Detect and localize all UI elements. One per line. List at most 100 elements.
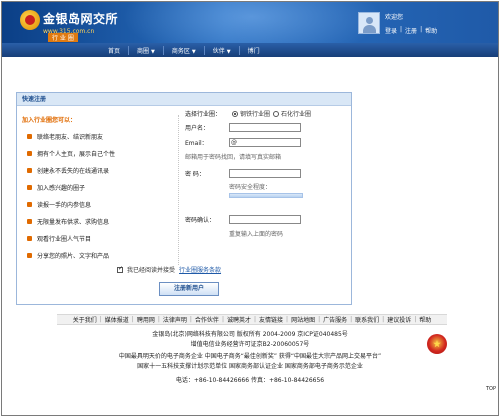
confirm-password-field[interactable] [229, 215, 301, 224]
footer-link[interactable]: 网站地图 [288, 315, 318, 324]
main-nav: 首页 商圈 ▼ 商务区 ▼ 伙伴 ▼ 博门 [2, 43, 498, 57]
benefit-text: 创建永不丢失的在线通讯录 [37, 168, 110, 175]
footer-awards: 中国最具明天价的电子商务企业 中国电子商务“最佳创新奖” 获得“中国最佳大宗产品… [118, 353, 382, 360]
industry-label: 选择行业圈： [185, 111, 222, 118]
confirm-hint: 重复输入上面的密码 [229, 231, 284, 238]
nav-item-home[interactable]: 首页 [100, 45, 130, 55]
chevron-down-icon: ▼ [226, 48, 231, 55]
footer-link[interactable]: 聘用网 [134, 315, 158, 324]
footer-link[interactable]: 法律声明 [160, 315, 190, 324]
benefit-text: 分享您的照片、文字和产品 [37, 253, 110, 260]
username-field[interactable] [229, 123, 301, 132]
nav-item-partners[interactable]: 伙伴 ▼ [205, 45, 240, 55]
agree-row: 我已经阅读并接受 行业圈服务条款 [117, 265, 221, 274]
benefit-text: 加入感兴趣的圈子 [37, 185, 86, 192]
password-strength-label: 密码安全程度： [229, 184, 272, 191]
footer-link[interactable]: 媒体报道 [102, 315, 132, 324]
footer-link[interactable]: 诚聘英才 [224, 315, 254, 324]
radio-steel-label: 钢铁行业圈 [240, 111, 271, 118]
back-to-top-link[interactable]: TOP [486, 386, 496, 392]
terms-link[interactable]: 行业圈服务条款 [179, 265, 221, 274]
chevron-down-icon: ▼ [151, 48, 155, 55]
nav-item-business-zone[interactable]: 商务区 ▼ [164, 45, 205, 55]
benefits-title: 加入行业圈您可以： [22, 117, 77, 124]
footer-license: 增值电信业务经营许可证京B2-20060057号 [190, 341, 310, 348]
bullet-icon [27, 253, 32, 258]
benefits-list: 加入行业圈您可以： 联络老朋友、结识新朋友 拥有个人主页，展示自己个性 创建永不… [21, 115, 179, 265]
logo-subtitle: 行 业 圈 [48, 33, 78, 42]
agree-text: 我已经阅读并接受 [127, 267, 176, 274]
register-link[interactable]: 注册 [405, 26, 417, 35]
password-strength-bar [229, 193, 303, 198]
footer-certifications: 国家十一五科技支撑计划示范单位 国家商务部认证企业 国家商务部电子商务示范企业 [137, 363, 363, 370]
footer-link[interactable]: 联系我们 [352, 315, 382, 324]
strength-row: 密码安全程度： [229, 182, 271, 191]
footer-link[interactable]: 广告服务 [320, 315, 350, 324]
nav-item-bomen[interactable]: 博门 [240, 46, 268, 55]
list-item: 无限量发布供求、求购信息 [27, 217, 109, 226]
footer-link[interactable]: 建议投诉 [384, 315, 414, 324]
confirm-row: 密码确认： [185, 215, 301, 224]
radio-steel[interactable] [232, 110, 238, 117]
username-label: 用户名： [185, 125, 210, 132]
bullet-icon [27, 236, 32, 241]
confirm-hint-row: 重复输入上面的密码 [229, 229, 283, 238]
link-separator: | [400, 26, 403, 33]
nav-item-label: 首页 [108, 47, 121, 55]
logo-mark-icon [20, 10, 40, 30]
user-box: 欢迎您 登录 | 注册 | 帮助 [358, 12, 437, 35]
radio-petro[interactable] [273, 110, 280, 117]
email-hint-row: 邮箱用于密码找回，请填写真实邮箱 [185, 152, 281, 161]
welcome-text: 欢迎您 [385, 14, 404, 21]
chevron-down-icon: ▼ [191, 48, 196, 55]
list-item: 创建永不丢失的在线通讯录 [27, 166, 109, 175]
bullet-icon [27, 168, 32, 173]
bullet-icon [27, 185, 32, 190]
nav-item-label: 博门 [247, 47, 260, 55]
help-link[interactable]: 帮助 [425, 26, 437, 35]
username-row: 用户名： [185, 123, 301, 132]
password-row: 密 码： [185, 169, 301, 178]
bullet-icon [27, 151, 32, 156]
logo-name: 金银岛网交所 [43, 12, 119, 26]
quick-register-panel: 快速注册 加入行业圈您可以： 联络老朋友、结识新朋友 拥有个人主页，展示自己个性… [16, 92, 352, 305]
list-item: 读报一手的内参信息 [27, 200, 91, 209]
nav-item-shangquan[interactable]: 商圈 ▼ [129, 45, 164, 55]
bullet-icon [27, 202, 32, 207]
agree-checkbox[interactable] [117, 265, 123, 273]
email-label: Email： [185, 140, 208, 147]
benefit-text: 读报一手的内参信息 [37, 202, 92, 209]
link-separator: | [420, 26, 423, 33]
benefit-text: 无限量发布供求、求购信息 [37, 219, 110, 226]
email-hint: 邮箱用于密码找回，请填写真实邮箱 [185, 154, 282, 161]
list-item: 分享您的照片、文字和产品 [27, 251, 109, 260]
list-item: 加入感兴趣的圈子 [27, 183, 85, 192]
nav-item-label: 伙伴 [212, 47, 225, 55]
footer-copyright: 金银岛(北京)网络科技有限公司 版权所有 2004-2009 京ICP证0404… [152, 331, 348, 338]
footer-nav: 关于我们 | 媒体报道 | 聘用网 | 法律声明 | 合作伙伴 | 诚聘英才 | 友情链接 |… [57, 314, 447, 325]
footer-link[interactable]: 帮助 [416, 315, 434, 324]
email-field[interactable]: @ [229, 138, 301, 147]
benefit-text: 拥有个人主页，展示自己个性 [37, 151, 116, 158]
footer-contact: 电话：+86-10-84426666 传真：+86-10-84426656 [175, 377, 325, 384]
footer-link[interactable]: 合作伙伴 [192, 315, 222, 324]
bullet-icon [27, 219, 32, 224]
password-field[interactable] [229, 169, 301, 178]
avatar-icon [358, 12, 380, 34]
list-item: 联络老朋友、结识新朋友 [27, 132, 103, 141]
register-button[interactable]: 注册新用户 [159, 282, 219, 296]
bullet-icon [27, 134, 32, 139]
login-link[interactable]: 登录 [385, 26, 397, 35]
email-row: Email： @ [185, 138, 301, 147]
benefit-text: 联络老朋友、结识新朋友 [37, 134, 104, 141]
police-badge-icon[interactable] [427, 334, 447, 354]
page-frame: 金银岛网交所 www.315.com.cn 行 业 圈 欢迎您 登录 | 注册 … [1, 1, 499, 416]
nav-item-label: 商圈 [137, 47, 150, 55]
industry-row: 选择行业圈： 钢铁行业圈 石化行业圈 [185, 109, 311, 118]
radio-petro-label: 石化行业圈 [281, 111, 312, 118]
footer-link[interactable]: 友情链接 [256, 315, 286, 324]
password-label: 密 码： [185, 171, 205, 178]
header-banner: 金银岛网交所 www.315.com.cn 行 业 圈 欢迎您 登录 | 注册 … [2, 2, 498, 57]
register-form: 选择行业圈： 钢铁行业圈 石化行业圈 用户名： Email： @ 邮箱用于密码找… [185, 105, 353, 265]
footer-link[interactable]: 关于我们 [70, 315, 100, 324]
